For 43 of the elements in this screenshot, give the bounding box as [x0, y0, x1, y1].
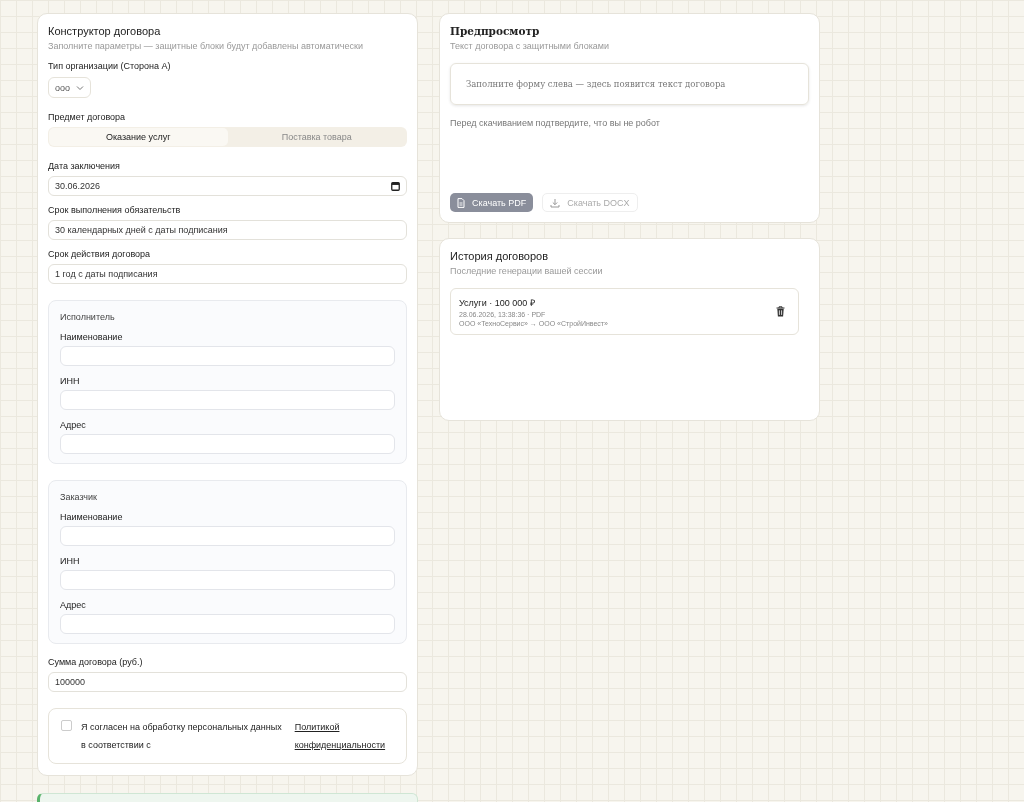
field-label: Дата заключения	[48, 161, 121, 171]
field-label: Предмет договора	[48, 112, 127, 122]
date-field[interactable]: 30.06.2026	[48, 176, 407, 196]
history-item-title: Услуги · 100 000 ₽	[459, 297, 536, 309]
field-label: Наименование	[60, 332, 124, 342]
organization-select[interactable]: ооо	[48, 77, 92, 98]
preview-panel: Заполните форму слева — здесь появится текст договора	[450, 63, 809, 105]
field-label: Сумма договора (руб.)	[48, 657, 144, 667]
card-title: История договоров	[450, 250, 550, 262]
card-subtitle: Заполните параметры — защитные блоки будут добавлены автоматически	[48, 41, 364, 51]
captcha-note: Перед скачиванием подтвердите, что вы не робот	[450, 118, 661, 128]
privacy-policy-link[interactable]: Политикой конфиденциальности	[294, 718, 394, 754]
card-title: Предпросмотр	[450, 25, 541, 37]
card-title: Конструктор договора	[48, 25, 162, 37]
field-label: Наименование	[60, 512, 124, 522]
consent-text: Я согласен на обработку персональных данных в соответствии с	[81, 721, 283, 752]
text-field[interactable]	[60, 346, 395, 366]
field-label: Тип организации (Сторона А)	[48, 61, 172, 71]
field-label: ИНН	[60, 556, 81, 566]
document-icon	[457, 197, 465, 208]
amount-field[interactable]: 100000	[48, 672, 407, 692]
field-label: Адрес	[60, 420, 87, 430]
text-field[interactable]: 30 календарных дней с даты подписания	[48, 220, 407, 240]
text-field[interactable]	[60, 434, 395, 454]
chevron-down-icon	[76, 84, 85, 91]
text-field[interactable]	[60, 570, 395, 590]
card-subtitle: Текст договора с защитными блоками	[450, 41, 610, 51]
card-subtitle: Последние генерации вашей сессии	[450, 266, 604, 276]
field-label: Срок выполнения обязательств	[48, 205, 182, 215]
text-field[interactable]: 1 год с даты подписания	[48, 264, 407, 284]
text-field[interactable]	[60, 614, 395, 634]
text-field[interactable]	[60, 390, 395, 410]
section-title: Заказчик	[60, 492, 98, 502]
section-title: Исполнитель	[60, 312, 116, 322]
download-icon	[550, 197, 561, 208]
consent-checkbox[interactable]	[61, 720, 72, 731]
calendar-icon	[391, 181, 400, 191]
field-label: Адрес	[60, 600, 87, 610]
subject-tab[interactable]: Оказание услуг	[49, 128, 228, 146]
trash-icon[interactable]	[776, 306, 785, 317]
text-field[interactable]	[60, 526, 395, 546]
field-label: Срок действия договора	[48, 249, 152, 259]
field-label: ИНН	[60, 376, 81, 386]
